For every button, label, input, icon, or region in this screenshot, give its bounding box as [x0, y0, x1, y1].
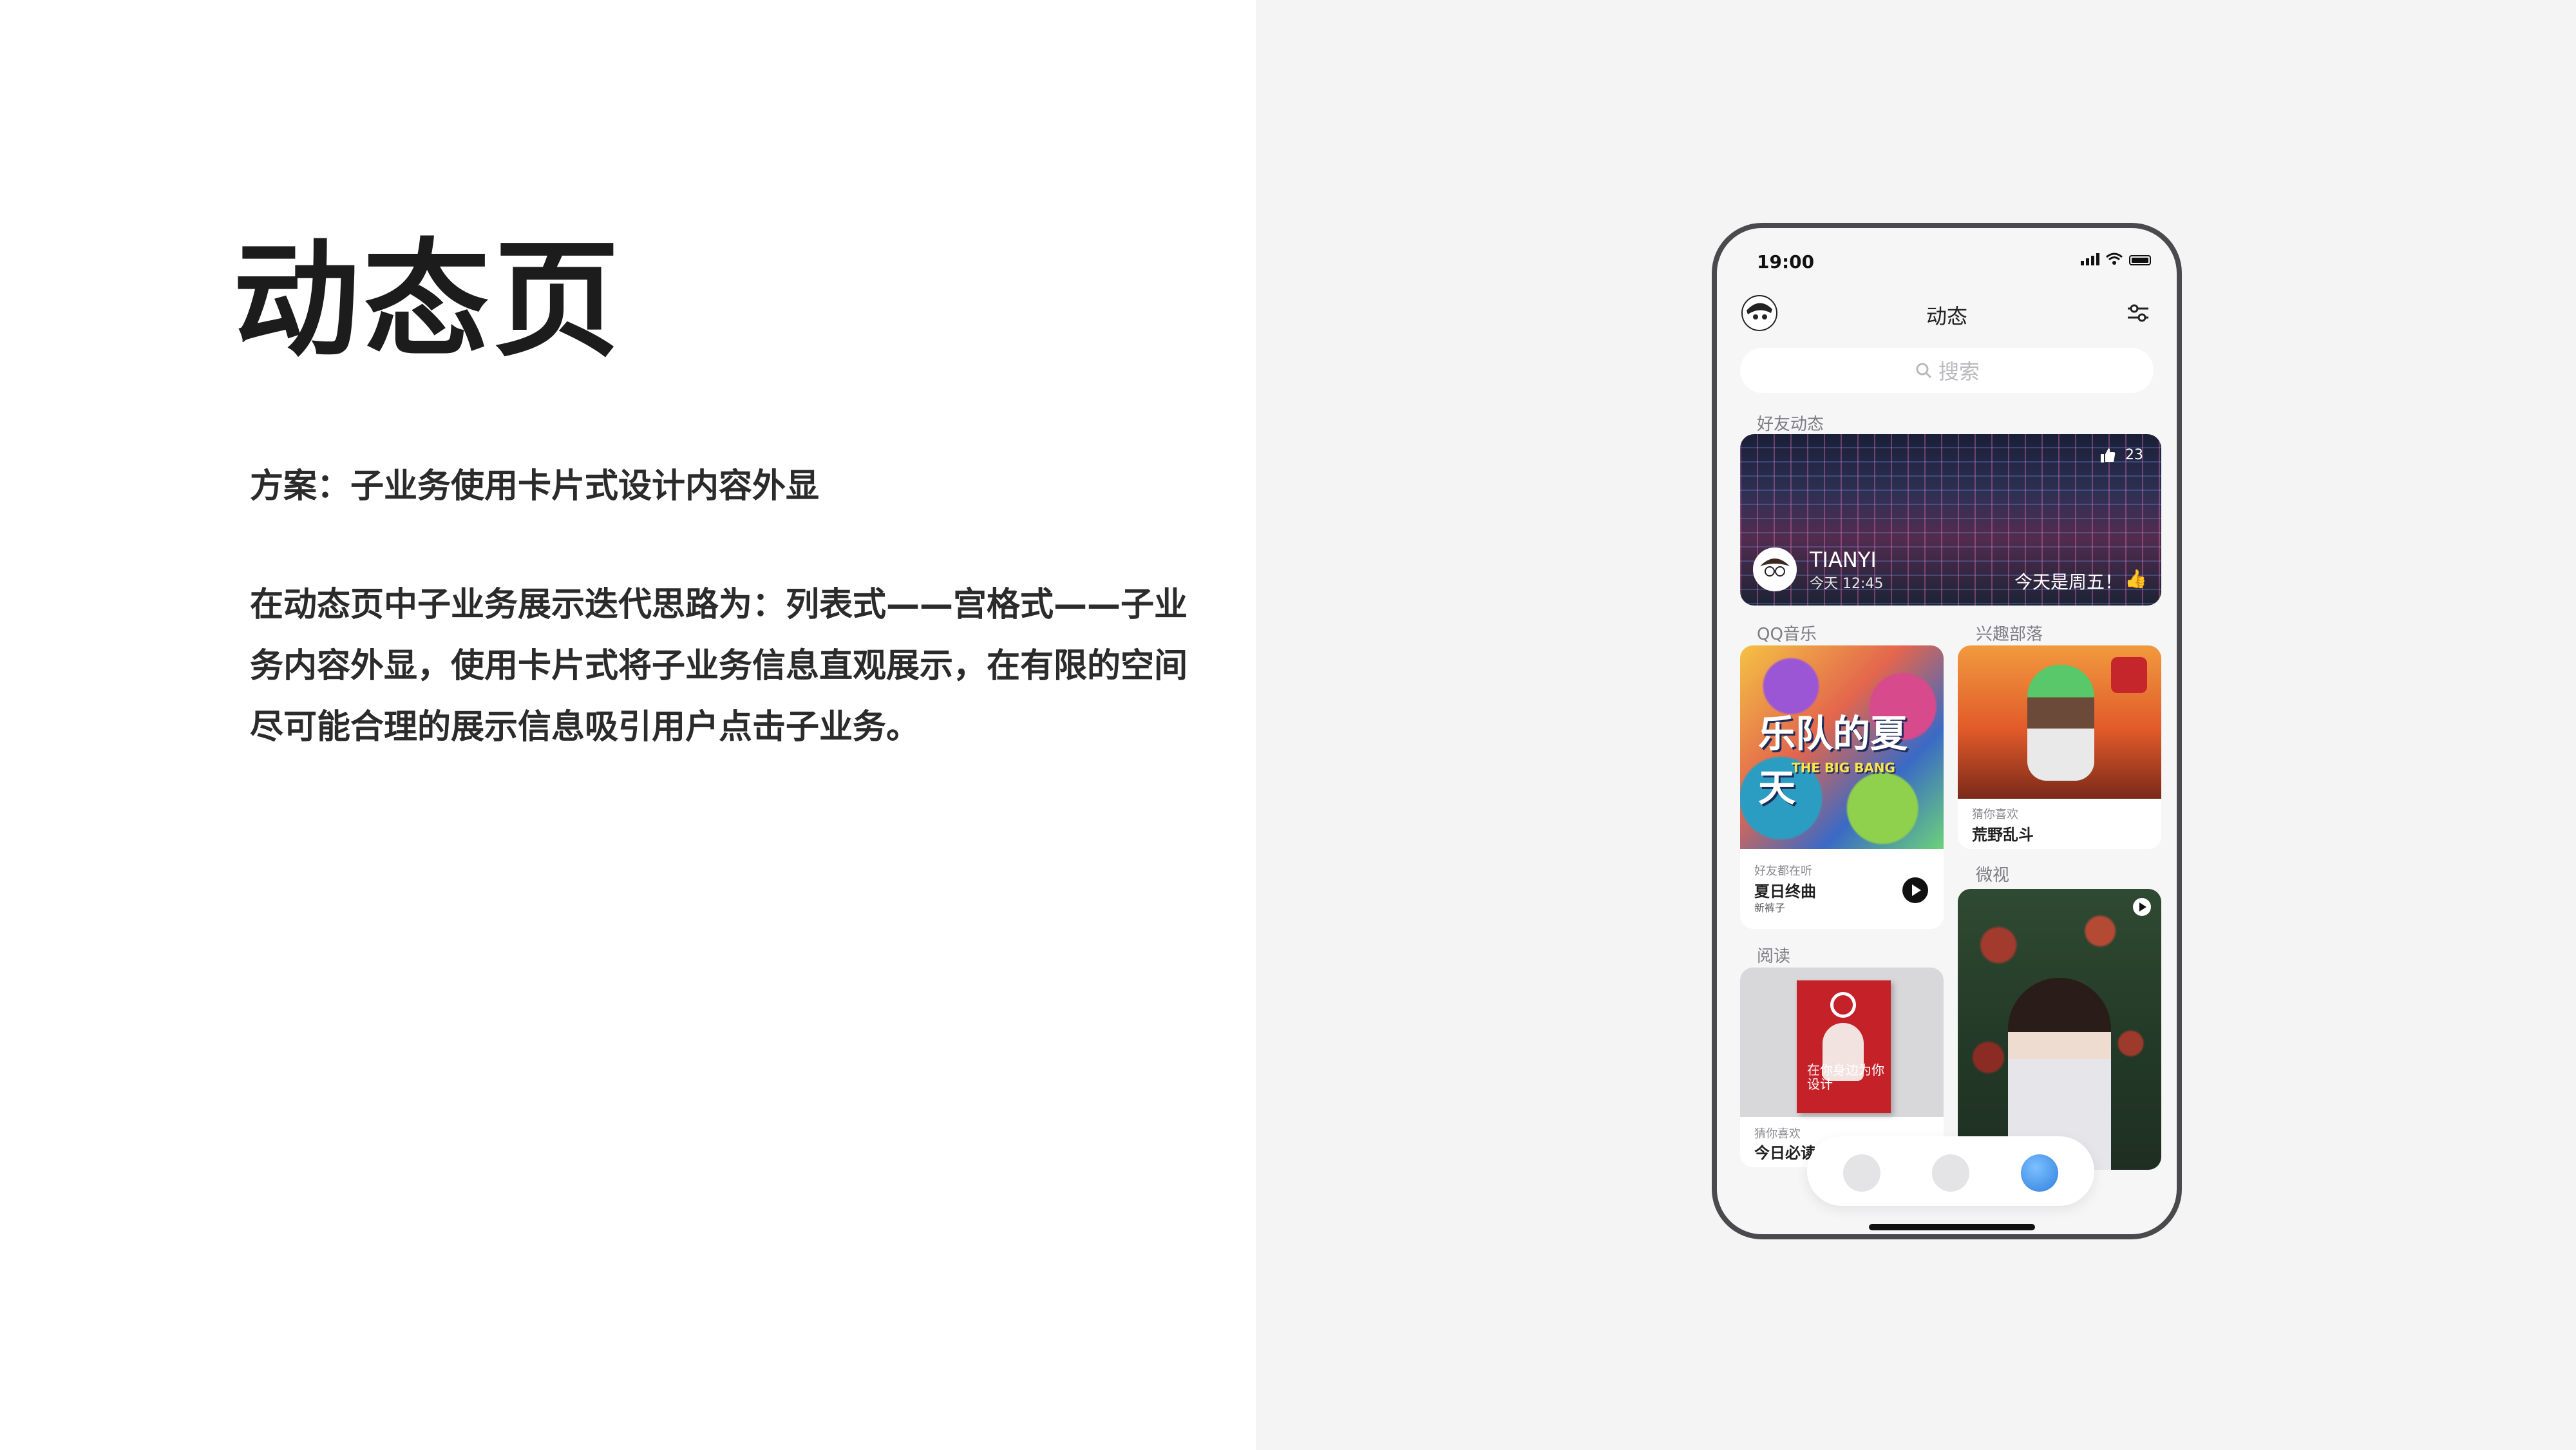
page-title: 动态页	[233, 227, 624, 374]
album-art-image: 乐队的夏天 THE BIG BANG	[1740, 645, 1944, 849]
section-label-friends: 好友动态	[1757, 415, 1824, 434]
friend-message: 今天是周五！	[2014, 571, 2123, 593]
book-cover: 在你身边为你设计	[1797, 980, 1891, 1113]
friend-update-card[interactable]: 23 TIANYI 今天 12:45 今天是周五！ 👍	[1740, 434, 2161, 606]
like-count: 23	[2125, 447, 2143, 463]
wifi-icon	[2106, 253, 2123, 265]
search-placeholder: 搜索	[1938, 359, 1980, 384]
song-title: 夏日终曲	[1754, 882, 1816, 901]
video-card[interactable]	[1958, 889, 2161, 1170]
home-indicator[interactable]	[1869, 1224, 2035, 1230]
section-label-music: QQ音乐	[1757, 625, 1817, 644]
album-art-subtitle: THE BIG BANG	[1792, 760, 1895, 776]
search-input[interactable]: 搜索	[1740, 348, 2154, 393]
phone-mockup: 19:00 动态 搜索 好友动态 23 TIANYI 今天 12:45 今天是周…	[1712, 223, 2182, 1239]
friend-avatar[interactable]	[1753, 548, 1797, 591]
album-art-title: 乐队的夏天	[1758, 712, 1908, 810]
thumbs-up-icon[interactable]	[2099, 447, 2116, 464]
thumbs-up-emoji: 👍	[2125, 568, 2147, 589]
play-button[interactable]	[1902, 877, 1928, 903]
description-line: 务内容外显，使用卡片式将子业务信息直观展示，在有限的空间	[250, 647, 1188, 685]
search-icon	[1916, 363, 1932, 379]
tab-bar	[1807, 1136, 2094, 1206]
description-text: 在动态页中子业务展示迭代思路为：列表式——宫格式——子业 务内容外显，使用卡片式…	[250, 575, 1209, 758]
music-caption: 好友都在听	[1754, 864, 1812, 878]
reading-title: 今日必读	[1754, 1144, 1816, 1162]
battery-icon	[2129, 255, 2151, 265]
friend-name: TIANYI	[1810, 548, 1877, 572]
contacts-tab-icon[interactable]	[1932, 1154, 1969, 1192]
section-label-interest: 兴趣部落	[1976, 625, 2043, 644]
music-card[interactable]: 乐队的夏天 THE BIG BANG 好友都在听 夏日终曲 新裤子	[1740, 645, 1944, 929]
game-art-image	[1958, 645, 2161, 799]
status-icons	[2081, 253, 2151, 265]
filter-settings-icon[interactable]	[2125, 300, 2151, 326]
heart-icon	[1830, 992, 1856, 1018]
message-tab-icon[interactable]	[1843, 1154, 1880, 1192]
friend-face-icon	[1760, 558, 1790, 577]
song-artist: 新裤子	[1754, 902, 1786, 914]
status-time: 19:00	[1757, 251, 1815, 272]
section-label-video: 微视	[1976, 866, 2010, 885]
game-title: 荒野乱斗	[1972, 826, 2034, 844]
nav-title: 动态	[1926, 304, 1967, 329]
signal-icon	[2081, 253, 2099, 265]
book-image: 在你身边为你设计	[1740, 968, 1944, 1117]
section-label-reading: 阅读	[1757, 947, 1791, 966]
description-line: 尽可能合理的展示信息吸引用户点击子业务。	[250, 708, 920, 747]
solution-subtitle: 方案：子业务使用卡片式设计内容外显	[250, 467, 820, 506]
game-character	[2027, 665, 2094, 781]
reading-caption: 猜你喜欢	[1754, 1127, 1801, 1141]
game-logo	[2111, 657, 2147, 693]
friend-post-time: 今天 12:45	[1810, 576, 1884, 592]
interest-caption: 猜你喜欢	[1972, 808, 2018, 821]
interest-card[interactable]: 猜你喜欢 荒野乱斗	[1958, 645, 2161, 849]
discover-planet-icon[interactable]	[2021, 1154, 2058, 1192]
video-play-icon[interactable]	[2133, 898, 2151, 916]
description-line: 在动态页中子业务展示迭代思路为：列表式——宫格式——子业	[250, 586, 1188, 624]
book-title: 在你身边为你设计	[1807, 1062, 1884, 1092]
